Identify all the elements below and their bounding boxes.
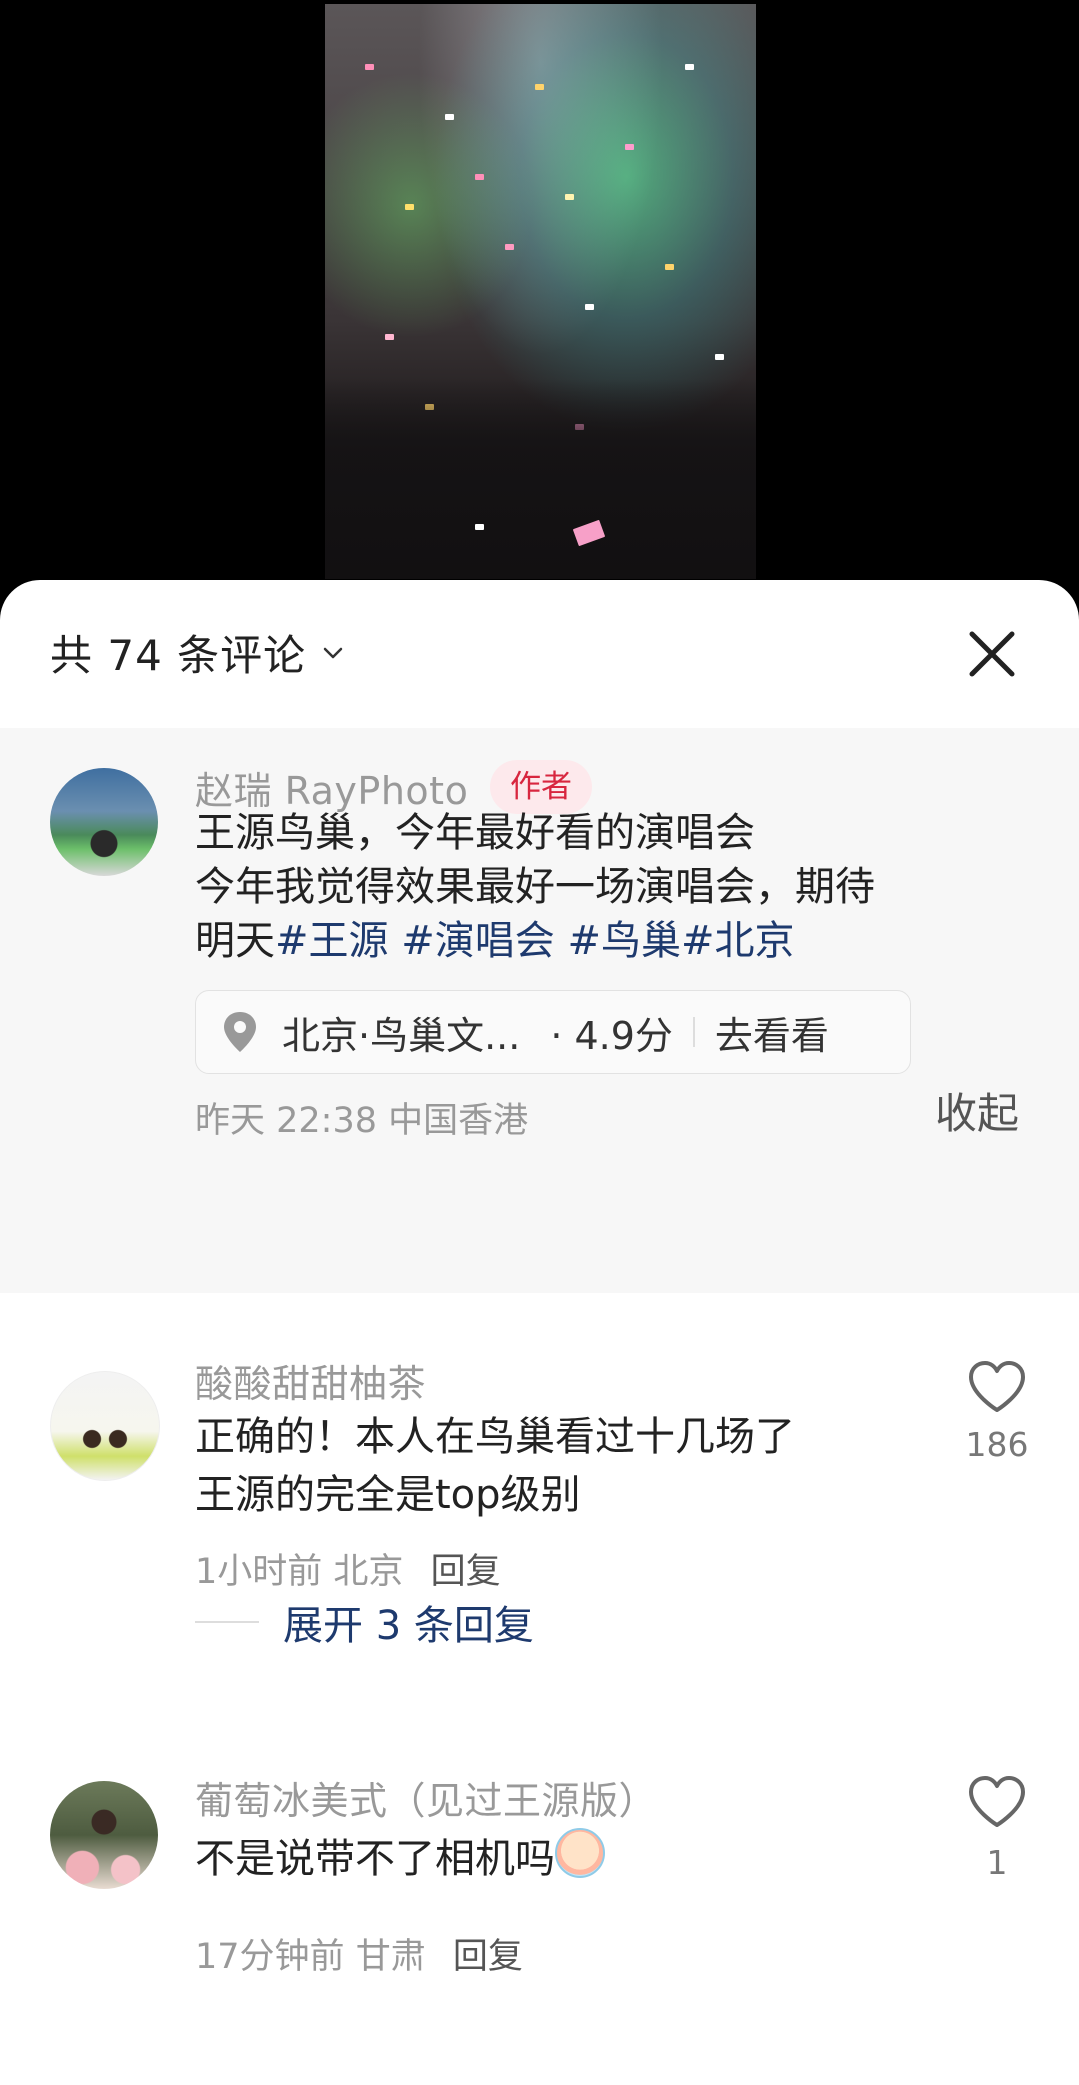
post-region: 中国香港	[388, 1101, 529, 1141]
reply-button[interactable]: 回复	[453, 1937, 523, 1977]
location-card[interactable]: 北京·鸟巢文... · 4.9分 去看看	[195, 990, 911, 1074]
comment-text: 正确的！本人在鸟巢看过十几场了 王源的完全是top级别	[195, 1408, 795, 1524]
post-meta: 昨天 22:38 中国香港	[195, 1092, 528, 1143]
concert-video-frame[interactable]	[325, 4, 756, 579]
close-icon[interactable]	[962, 624, 1022, 684]
comment-meta: 1小时前 北京 回复	[195, 1543, 501, 1594]
hashtag-link[interactable]: #演唱会	[401, 918, 555, 964]
video-player-area[interactable]	[0, 0, 1079, 600]
location-rating: · 4.9分	[550, 1013, 673, 1058]
post-text-line: 今年我觉得效果最好一场演唱会，期待	[195, 864, 875, 910]
avatar[interactable]	[50, 1371, 160, 1481]
heart-icon[interactable]	[966, 1773, 1028, 1831]
comment-sheet: 共 74 条评论 赵瑞 RayPhoto 作者 王源鸟巢，今年最好看的演唱会 今…	[0, 580, 1079, 2085]
like-count: 1	[986, 1843, 1008, 1882]
expand-replies-label: 展开 3 条回复	[283, 1603, 534, 1649]
author-post: 赵瑞 RayPhoto 作者 王源鸟巢，今年最好看的演唱会 今年我觉得效果最好一…	[0, 728, 1079, 1293]
comment-username[interactable]: 酸酸甜甜柚茶	[195, 1353, 426, 1408]
comment-text-line: 不是说带不了相机吗	[195, 1836, 555, 1882]
comment-item: 酸酸甜甜柚茶 正确的！本人在鸟巢看过十几场了 王源的完全是top级别 1小时前 …	[0, 1293, 1079, 1713]
post-time: 昨天 22:38	[195, 1101, 377, 1141]
heart-icon[interactable]	[966, 1358, 1028, 1416]
location-pin-icon	[224, 1012, 256, 1052]
comment-text-line: 正确的！本人在鸟巢看过十几场了	[195, 1414, 795, 1460]
comment-region: 北京	[333, 1552, 404, 1592]
expand-replies-button[interactable]: 展开 3 条回复	[195, 1593, 534, 1651]
reply-button[interactable]: 回复	[431, 1552, 501, 1592]
avatar[interactable]	[50, 768, 158, 876]
comment-time: 17分钟前	[195, 1937, 345, 1977]
comment-item: 葡萄冰美式（见过王源版） 不是说带不了相机吗 17分钟前 甘肃 回复 1	[0, 1713, 1079, 2085]
comment-username[interactable]: 葡萄冰美式（见过王源版）	[195, 1770, 657, 1825]
hashtag-link[interactable]: #鸟巢	[567, 918, 681, 964]
like-count: 186	[965, 1425, 1029, 1464]
chevron-down-icon	[323, 647, 343, 658]
post-text-line: 王源鸟巢，今年最好看的演唱会	[195, 810, 755, 856]
crying-face-icon	[555, 1828, 605, 1878]
comment-count-title: 共 74 条评论	[50, 631, 307, 680]
comment-text: 不是说带不了相机吗	[195, 1828, 605, 1888]
hashtag-link[interactable]: #王源	[275, 918, 389, 964]
divider	[195, 1621, 259, 1623]
comment-text-line: 王源的完全是top级别	[195, 1472, 581, 1518]
author-post-text: 王源鸟巢，今年最好看的演唱会 今年我觉得效果最好一场演唱会，期待 明天#王源 #…	[195, 806, 1025, 968]
comment-meta: 17分钟前 甘肃 回复	[195, 1928, 523, 1979]
location-name: 北京·鸟巢文...	[282, 1013, 521, 1058]
post-text-line: 明天	[195, 918, 275, 964]
hashtag-link[interactable]: #北京	[681, 918, 795, 964]
comment-time: 1小时前	[195, 1552, 323, 1592]
comment-region: 甘肃	[355, 1937, 426, 1977]
divider	[692, 1017, 695, 1047]
avatar[interactable]	[50, 1781, 158, 1889]
comment-count-dropdown[interactable]: 共 74 条评论	[50, 622, 344, 683]
comment-sheet-header: 共 74 条评论	[0, 580, 1079, 730]
go-see-button[interactable]: 去看看	[715, 1005, 829, 1060]
collapse-button[interactable]: 收起	[935, 1080, 1019, 1141]
